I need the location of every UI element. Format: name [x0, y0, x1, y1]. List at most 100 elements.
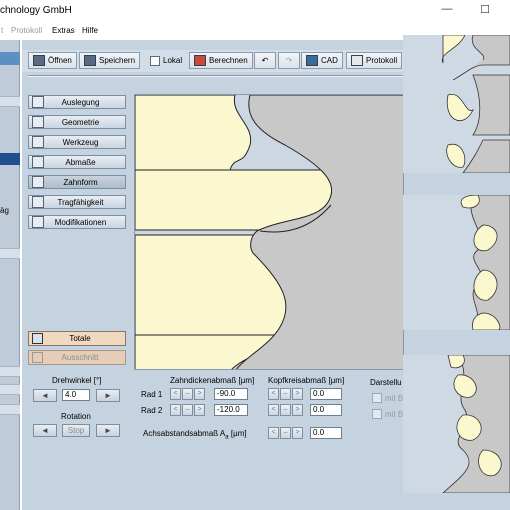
checkbox-box[interactable]	[372, 393, 382, 403]
zahndicken-header: Zahndickenabmaß [µm]	[170, 376, 255, 385]
rotation-backward-button[interactable]: ◄	[33, 424, 57, 437]
rotation-label: Rotation	[61, 412, 91, 421]
window-title: chnology GmbH	[0, 5, 72, 16]
open-button[interactable]: Öffnen	[28, 52, 77, 69]
nav-label: Auslegung	[61, 97, 100, 107]
minimize-icon[interactable]: —	[436, 3, 458, 19]
increase-button[interactable]: >	[194, 404, 205, 416]
gear-preview-drawing	[403, 355, 510, 493]
save-button[interactable]: Speichern	[79, 52, 141, 69]
rad2-zahndicken-input[interactable]: -120.0	[214, 404, 248, 416]
gear-preview-drawing	[403, 35, 510, 173]
decrease-button[interactable]: <	[268, 404, 279, 416]
achsabstand-input[interactable]: 0.0	[310, 427, 342, 439]
nav-label: Tragfähigkeit	[57, 197, 104, 207]
cad-button-label: CAD	[321, 56, 338, 65]
checkbox-box[interactable]	[150, 55, 160, 66]
decrease-button[interactable]: <	[268, 388, 279, 400]
sidebar-row[interactable]	[0, 384, 20, 395]
reset-button[interactable]: –	[182, 388, 193, 400]
open-button-label: Öffnen	[48, 56, 72, 65]
menu-item-protokoll[interactable]: Protokoll	[11, 26, 42, 35]
deviation-icon	[32, 156, 44, 168]
sidebar-row[interactable]	[0, 404, 20, 415]
increase-button[interactable]: >	[292, 427, 303, 439]
save-button-label: Speichern	[99, 56, 136, 65]
rad2-zahndicken-stepper[interactable]: < – >	[170, 404, 205, 416]
gear-preview-top	[403, 35, 510, 173]
rad2-kopfkreis-stepper[interactable]: < – >	[268, 404, 303, 416]
checkbox-box[interactable]	[372, 409, 382, 419]
totale-button[interactable]: Totale	[28, 331, 126, 346]
ausschnitt-label: Ausschnitt	[61, 353, 99, 362]
undo-button[interactable]: ↶	[254, 52, 276, 69]
mating-tooth	[135, 95, 252, 171]
decrease-button[interactable]: <	[170, 404, 181, 416]
rad1-zahndicken-stepper[interactable]: < – >	[170, 388, 205, 400]
toolbar-divider	[28, 75, 408, 77]
decrease-button[interactable]: <	[170, 388, 181, 400]
rad2-kopfkreis-input[interactable]: 0.0	[310, 404, 342, 416]
menu-item-partial[interactable]: t	[1, 26, 3, 35]
play-forward-icon: ►	[104, 426, 112, 435]
nav-modifikationen-button[interactable]: Modifikationen	[28, 215, 126, 229]
sidebar-row[interactable]	[0, 366, 20, 377]
nav-geometrie-button[interactable]: Geometrie	[28, 115, 126, 129]
reset-button[interactable]: –	[182, 404, 193, 416]
sidebar-row[interactable]	[0, 96, 20, 107]
sidebar-row[interactable]	[0, 248, 20, 259]
rotation-forward-button[interactable]: ►	[96, 424, 120, 437]
display-option-2[interactable]: mit B	[372, 409, 403, 419]
rotate-right-icon: ►	[104, 391, 112, 400]
local-checkbox[interactable]: Lokal	[150, 52, 182, 69]
tooth-form-icon	[32, 176, 44, 188]
drehwinkel-input[interactable]: 4.0	[62, 389, 90, 401]
cad-button[interactable]: CAD	[301, 52, 343, 69]
rotate-left-button[interactable]: ◄	[33, 389, 57, 402]
nav-abmasse-button[interactable]: Abmaße	[28, 155, 126, 169]
display-option-1[interactable]: mit B	[372, 393, 403, 403]
nav-werkzeug-button[interactable]: Werkzeug	[28, 135, 126, 149]
sidebar-row-selected[interactable]	[0, 153, 20, 165]
gear-canvas[interactable]	[134, 94, 404, 370]
save-icon	[84, 55, 96, 66]
increase-button[interactable]: >	[292, 404, 303, 416]
nav-label: Abmaße	[65, 157, 96, 167]
play-backward-icon: ◄	[41, 426, 49, 435]
achsabstand-unit: [µm]	[230, 429, 247, 438]
rad1-zahndicken-input[interactable]: -90.0	[214, 388, 248, 400]
reset-button[interactable]: –	[280, 388, 291, 400]
left-sidebar	[0, 40, 20, 510]
achsabstand-stepper[interactable]: < – >	[268, 427, 303, 439]
rad1-kopfkreis-input[interactable]: 0.0	[310, 388, 342, 400]
display-option-1-label: mit B	[385, 393, 404, 403]
menu-item-extras[interactable]: Extras	[52, 26, 75, 35]
ausschnitt-button[interactable]: Ausschnitt	[28, 350, 126, 365]
nav-tragfaehigkeit-button[interactable]: Tragfähigkeit	[28, 195, 126, 209]
rotate-right-button[interactable]: ►	[96, 389, 120, 402]
menu-item-hilfe[interactable]: Hilfe	[82, 26, 98, 35]
protocol-button[interactable]: Protokoll	[346, 52, 403, 69]
sidebar-partial-text: äg	[0, 206, 9, 215]
reset-button[interactable]: –	[280, 427, 291, 439]
calculate-button-label: Berechnen	[209, 56, 248, 65]
reset-button[interactable]: –	[280, 404, 291, 416]
folder-icon	[33, 55, 45, 66]
increase-button[interactable]: >	[194, 388, 205, 400]
redo-button[interactable]: ↷	[278, 52, 300, 69]
increase-button[interactable]: >	[292, 388, 303, 400]
title-bar: chnology GmbH — ☐	[0, 0, 510, 24]
decrease-button[interactable]: <	[268, 427, 279, 439]
nav-label: Geometrie	[61, 117, 100, 127]
modification-icon	[32, 216, 44, 228]
maximize-icon[interactable]: ☐	[474, 3, 496, 19]
rad1-kopfkreis-stepper[interactable]: < – >	[268, 388, 303, 400]
calculate-button[interactable]: Berechnen	[189, 52, 253, 69]
totale-label: Totale	[69, 334, 91, 343]
rad2-label: Rad 2	[141, 406, 163, 415]
sidebar-row-header[interactable]	[0, 52, 20, 65]
nav-auslegung-button[interactable]: Auslegung	[28, 95, 126, 109]
stop-button[interactable]: Stop	[62, 424, 90, 437]
display-option-2-label: mit B	[385, 409, 404, 419]
nav-zahnform-button[interactable]: Zahnform	[28, 175, 126, 189]
